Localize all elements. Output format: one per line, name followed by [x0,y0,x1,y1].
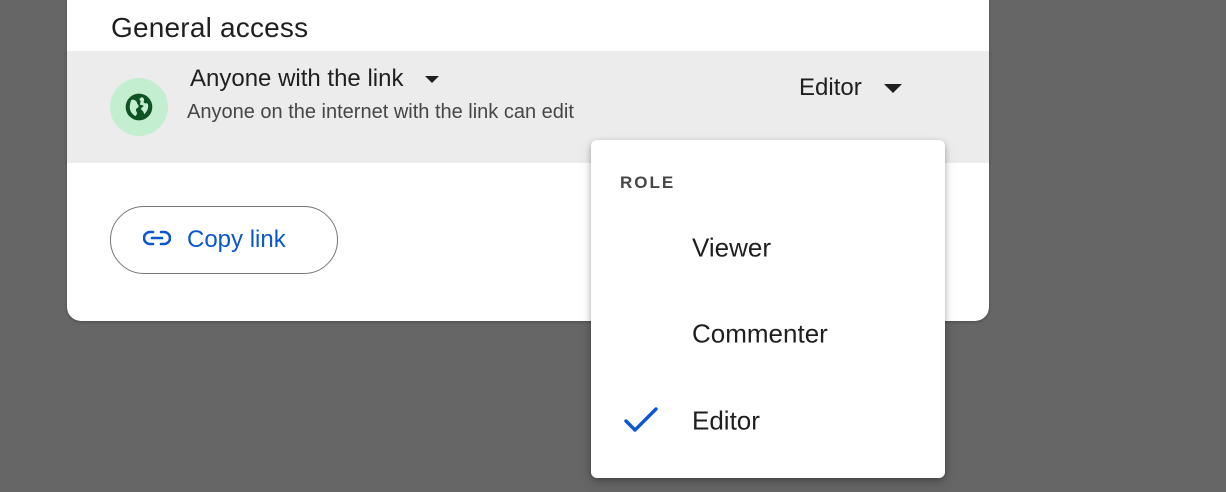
role-option-viewer[interactable]: Viewer [591,212,945,284]
role-dropdown-label: Editor [799,74,862,101]
link-scope-label: Anyone with the link [190,65,404,92]
chevron-down-icon [883,83,902,93]
copy-link-button[interactable]: Copy link [110,206,338,274]
chevron-down-icon [425,75,440,83]
role-menu: ROLE Viewer Commenter Editor [591,140,945,478]
copy-link-label: Copy link [187,226,286,253]
globe-icon [110,78,168,136]
role-option-label: Commenter [692,318,828,349]
general-access-title: General access [111,12,309,43]
link-scope-dropdown[interactable]: Anyone with the link [190,57,440,101]
checkmark-icon [623,406,659,436]
role-option-commenter[interactable]: Commenter [591,298,945,370]
role-menu-header: ROLE [620,173,676,192]
role-option-label: Viewer [692,232,772,263]
role-dropdown[interactable]: Editor [799,71,902,105]
link-icon [142,230,172,251]
link-scope-description: Anyone on the internet with the link can… [187,101,574,123]
role-option-label: Editor [692,405,760,436]
role-option-editor[interactable]: Editor [591,385,945,457]
